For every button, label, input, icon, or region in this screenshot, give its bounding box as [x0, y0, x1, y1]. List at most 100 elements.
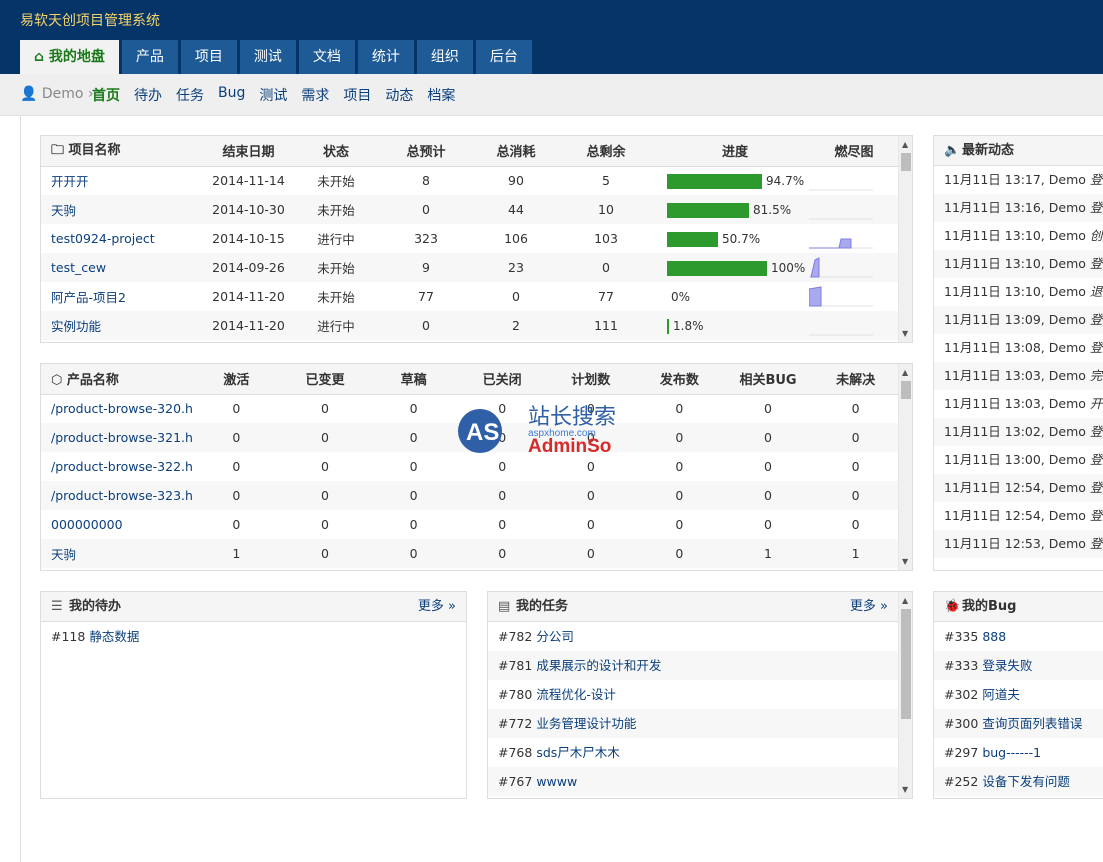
task-item[interactable]: #767 wwww	[488, 767, 898, 796]
product-cell: 0	[280, 539, 370, 568]
subnav-profile[interactable]: 档案	[427, 85, 455, 105]
task-item-title[interactable]: 业务管理设计功能	[536, 716, 636, 731]
project-row: 阿产品-项目2 2014-11-20 未开始 77 0 77 0%	[41, 282, 899, 311]
bug-item-title[interactable]: bug------1	[982, 745, 1041, 760]
product-name-link[interactable]: /product-browse-321.html	[41, 423, 193, 452]
dynamic-item[interactable]: 11月11日 13:02, Demo 登录	[934, 418, 1103, 446]
task-item[interactable]: #781 成果展示的设计和开发	[488, 651, 898, 680]
dynamic-item[interactable]: 11月11日 13:09, Demo 登录	[934, 306, 1103, 334]
project-name-link[interactable]: test0924-project	[41, 224, 196, 253]
product-cell: 0	[764, 517, 772, 532]
project-name-link[interactable]: 开开开	[41, 166, 196, 195]
task-scrollbar[interactable]: ▲ ▼	[898, 592, 912, 798]
subnav-bug[interactable]: Bug	[218, 85, 245, 105]
dynamic-item[interactable]: 11月11日 13:03, Demo 完成	[934, 362, 1103, 390]
task-item-id: #767	[498, 774, 533, 789]
task-item[interactable]: #772 业务管理设计功能	[488, 709, 898, 738]
subnav-project[interactable]: 项目	[343, 85, 371, 105]
bug-item[interactable]: #252 设备下发有问题	[934, 767, 1103, 796]
breadcrumb[interactable]: 👤 Demo ›	[20, 86, 94, 102]
task-item-id: #768	[498, 745, 533, 760]
col-bugs: 相关BUG	[723, 364, 813, 395]
subnav-test[interactable]: 测试	[259, 85, 287, 105]
product-name-link[interactable]: /product-browse-320.html	[41, 394, 192, 423]
product-name-link[interactable]: 000000000	[41, 510, 192, 539]
todo-item[interactable]: #118 静态数据	[41, 622, 466, 651]
task-more-link[interactable]: 更多 »	[850, 592, 888, 622]
burndown-chart	[809, 257, 873, 278]
app-title: 易软天创项目管理系统	[20, 13, 160, 29]
subnav-dynamic[interactable]: 动态	[385, 85, 413, 105]
product-scrollbar[interactable]: ▲ ▼	[898, 364, 912, 570]
dynamic-item[interactable]: 11月11日 13:03, Demo 开始	[934, 390, 1103, 418]
dynamic-item[interactable]: 11月11日 13:08, Demo 登录	[934, 334, 1103, 362]
subnav-task[interactable]: 任务	[176, 85, 204, 105]
speaker-icon: 🔈	[944, 143, 961, 158]
dynamic-item[interactable]: 11月11日 13:00, Demo 登录	[934, 446, 1103, 474]
project-consumed: 2	[481, 311, 551, 340]
project-name-link[interactable]: 实例功能	[41, 311, 196, 340]
dynamic-item[interactable]: 11月11日 13:16, Demo 登录	[934, 194, 1103, 222]
burndown-chart	[809, 218, 873, 220]
dynamic-item[interactable]: 11月11日 13:10, Demo 登录	[934, 250, 1103, 278]
nav-tab-doc[interactable]: 文档	[298, 40, 355, 74]
nav-tab-test[interactable]: 测试	[239, 40, 296, 74]
task-item-title[interactable]: 流程优化-设计	[536, 687, 616, 702]
dynamic-item[interactable]: 11月11日 12:53, Demo 登录	[934, 530, 1103, 558]
project-progress: 0%	[661, 282, 809, 311]
dynamic-item[interactable]: 11月11日 12:54, Demo 登录	[934, 474, 1103, 502]
product-name-link[interactable]: /product-browse-322.html	[41, 452, 192, 481]
bug-item-title[interactable]: 登录失败	[982, 658, 1032, 673]
project-scrollbar[interactable]: ▲ ▼	[898, 136, 912, 342]
project-name-link[interactable]: test_cew	[41, 253, 196, 282]
project-name-link[interactable]: 阿产品-项目2	[41, 282, 196, 311]
dynamic-action: 退出	[1089, 284, 1103, 299]
project-end-date: 2014-10-15	[212, 231, 285, 246]
bug-item[interactable]: #302 阿道夫	[934, 680, 1103, 709]
project-progress: 1.8%	[661, 311, 809, 340]
dynamic-item[interactable]: 11月11日 13:10, Demo 创建	[934, 222, 1103, 250]
task-item[interactable]: #780 流程优化-设计	[488, 680, 898, 709]
product-name-link[interactable]: 天驹	[41, 539, 193, 568]
subnav-story[interactable]: 需求	[301, 85, 329, 105]
nav-tab-admin[interactable]: 后台	[475, 40, 532, 74]
bug-item-title[interactable]: 查询页面列表错误	[982, 716, 1082, 731]
dynamic-item[interactable]: 11月11日 13:17, Demo 登录	[934, 166, 1103, 194]
dynamic-item[interactable]: 11月11日 13:10, Demo 退出	[934, 278, 1103, 306]
bug-item[interactable]: #297 bug------1	[934, 738, 1103, 767]
project-name-link[interactable]: 天驹	[41, 195, 196, 224]
bug-item-title[interactable]: 设备下发有问题	[982, 774, 1070, 789]
task-item-title[interactable]: 成果展示的设计和开发	[536, 658, 661, 673]
task-item-title[interactable]: sds尸木尸木木	[536, 745, 619, 760]
product-cell: 0	[812, 481, 899, 510]
dynamic-item[interactable]: 11月11日 12:54, Demo 登录	[934, 502, 1103, 530]
bug-item[interactable]: #333 登录失败	[934, 651, 1103, 680]
nav-tab-product[interactable]: 产品	[121, 40, 178, 74]
nav-tab-project[interactable]: 项目	[180, 40, 237, 74]
project-panel: 🗀 项目名称 结束日期 状态 总预计 总消耗 总剩余 进度 燃尽图 开开开 201…	[40, 135, 913, 343]
todo-more-link[interactable]: 更多 »	[418, 592, 456, 622]
bug-item-title[interactable]: 888	[982, 629, 1006, 644]
task-item-id: #772	[498, 716, 533, 731]
task-item-title[interactable]: wwww	[536, 774, 577, 789]
nav-tab-my[interactable]: ⌂ 我的地盘	[20, 40, 119, 74]
task-item[interactable]: #768 sds尸木尸木木	[488, 738, 898, 767]
bug-item[interactable]: #335 888	[934, 622, 1103, 651]
product-row: 000000000 0 0 0 0 0 0 0 0	[41, 510, 899, 539]
project-row: 实例功能 2014-11-20 进行中 0 2 111 1.8%	[41, 311, 899, 340]
task-item-title[interactable]: 分公司	[536, 629, 574, 644]
nav-tab-company[interactable]: 组织	[416, 40, 473, 74]
product-cell: 0	[280, 481, 370, 510]
project-left: 5	[602, 173, 610, 189]
col-closed: 已关闭	[457, 364, 547, 395]
todo-item-title[interactable]: 静态数据	[89, 629, 139, 644]
task-item[interactable]: #782 分公司	[488, 622, 898, 651]
project-estimate: 8	[422, 173, 430, 189]
bug-item-title[interactable]: 阿道夫	[982, 687, 1020, 702]
subnav-home[interactable]: 首页	[92, 85, 120, 105]
watermark-as: AS	[466, 419, 499, 446]
nav-tab-report[interactable]: 统计	[357, 40, 414, 74]
product-name-link[interactable]: /product-browse-323.html	[41, 481, 193, 510]
bug-item[interactable]: #300 查询页面列表错误	[934, 709, 1103, 738]
subnav-todo[interactable]: 待办	[134, 85, 162, 105]
